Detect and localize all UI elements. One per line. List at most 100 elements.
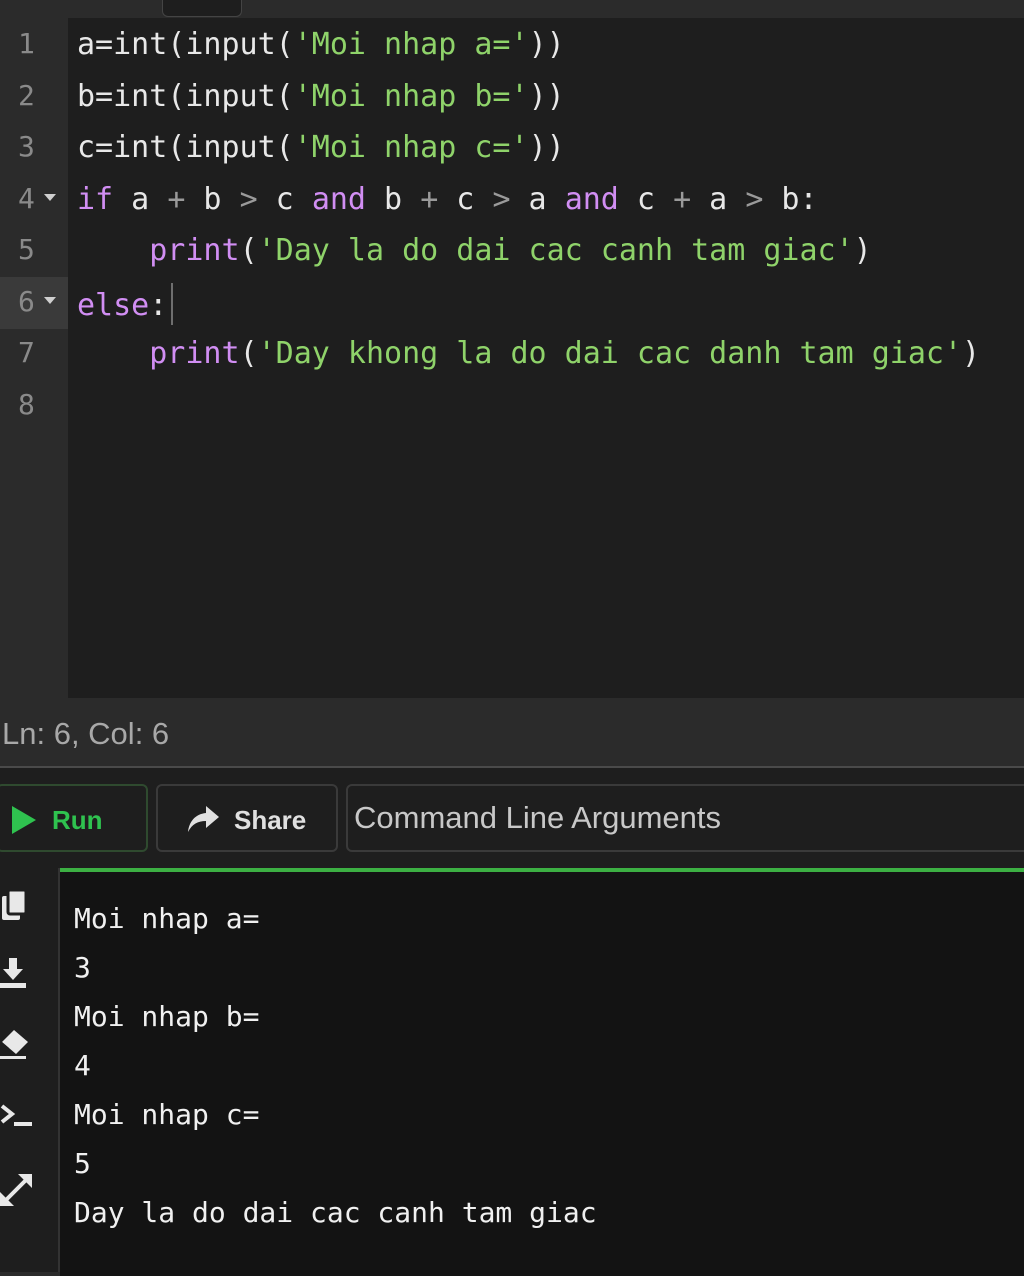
code-token: c xyxy=(618,181,674,217)
code-token: )) xyxy=(528,78,565,114)
code-token: b xyxy=(366,181,421,217)
output-line: 5 xyxy=(74,1147,91,1180)
code-token: + xyxy=(167,181,186,217)
code-token: > xyxy=(492,181,511,217)
line-number: 4 xyxy=(0,174,68,226)
output-line: Moi nhap b= xyxy=(74,1000,260,1033)
line-number-text: 6 xyxy=(18,284,35,318)
line-number-text: 5 xyxy=(18,233,35,266)
line-number-text: 2 xyxy=(18,78,35,112)
code-token: a xyxy=(691,181,746,217)
toolbar: Run Share xyxy=(0,768,1024,868)
code-token: 'Day la do dai cac canh tam giac' xyxy=(257,233,854,268)
output-line: 3 xyxy=(74,951,91,984)
code-line: 2 b=int(input('Moi nhap b=')) xyxy=(0,71,1024,123)
code-text: c=int(input('Moi nhap c=')) xyxy=(77,128,565,168)
output-sidebar xyxy=(0,868,60,1272)
code-line: 3 c=int(input('Moi nhap c=')) xyxy=(0,122,1024,174)
code-text: print('Day khong la do dai cac danh tam … xyxy=(77,334,980,374)
editor-tab[interactable] xyxy=(162,0,242,17)
command-line-arguments-input[interactable] xyxy=(346,784,1024,852)
eraser-icon[interactable] xyxy=(0,1026,36,1062)
output-line: Moi nhap a= xyxy=(74,902,260,935)
play-icon xyxy=(12,806,36,834)
code-token: + xyxy=(420,181,439,217)
code-line: 8 xyxy=(0,380,1024,432)
terminal-icon[interactable] xyxy=(0,1098,36,1134)
code-token: ) xyxy=(853,233,872,268)
line-number-text: 8 xyxy=(18,387,35,421)
code-line: 7 print('Day khong la do dai cac danh ta… xyxy=(0,328,1024,380)
line-number: 6 xyxy=(0,276,68,329)
code-text: a=int(input('Moi nhap a=')) xyxy=(77,25,565,65)
code-token: b: xyxy=(763,181,818,217)
code-text: print('Day la do dai cac canh tam giac') xyxy=(77,231,872,271)
line-number-text: 7 xyxy=(18,336,35,369)
code-token: )) xyxy=(528,130,565,165)
cursor-position: Ln: 6, Col: 6 xyxy=(2,716,170,751)
share-icon xyxy=(188,806,219,832)
code-line: 6 else: xyxy=(0,276,1024,329)
run-button-label: Run xyxy=(52,805,103,835)
copy-icon[interactable] xyxy=(0,888,36,924)
line-number: 5 xyxy=(0,225,68,277)
line-number-text: 3 xyxy=(18,130,35,163)
output-console[interactable]: Moi nhap a= 3 Moi nhap b= 4 Moi nhap c= 5 Day … xyxy=(60,868,1024,1276)
code-token: a xyxy=(510,181,565,217)
code-line: 1 a=int(input('Moi nhap a=')) xyxy=(0,19,1024,71)
code-token: c xyxy=(257,181,312,217)
code-token: else xyxy=(77,287,150,323)
code-token: print xyxy=(149,336,240,371)
code-token: 'Moi nhap a=' xyxy=(293,27,529,62)
fold-arrow-icon[interactable] xyxy=(44,296,56,304)
line-number-text: 4 xyxy=(18,181,35,215)
share-button[interactable]: Share xyxy=(156,784,338,852)
code-token: ( xyxy=(239,233,258,268)
code-token: c xyxy=(438,181,493,217)
code-token: if xyxy=(77,181,114,217)
status-bar: Ln: 6, Col: 6 xyxy=(0,698,1024,768)
line-number: 7 xyxy=(0,328,68,380)
code-token: 'Moi nhap c=' xyxy=(293,130,529,165)
code-line: 4 if a + b > c and b + c > a and c + a > … xyxy=(0,174,1024,226)
line-number: 8 xyxy=(0,380,68,432)
line-number: 2 xyxy=(0,71,68,123)
code-token: > xyxy=(239,181,258,217)
code-token: 'Day khong la do dai cac danh tam giac' xyxy=(257,336,963,371)
code-token: and xyxy=(564,181,619,217)
download-icon[interactable] xyxy=(0,956,36,992)
tab-strip xyxy=(0,0,1024,19)
code-text: if a + b > c and b + c > a and c + a > b… xyxy=(77,180,818,220)
code-text: b=int(input('Moi nhap b=')) xyxy=(77,77,565,117)
code-line: 5 print('Day la do dai cac canh tam giac… xyxy=(0,225,1024,277)
code-token: 'Moi nhap b=' xyxy=(293,78,529,114)
code-editor[interactable]: 1 a=int(input('Moi nhap a=')) 2 b=int(input… xyxy=(0,18,1024,698)
line-number-text: 1 xyxy=(18,27,35,60)
run-button[interactable]: Run xyxy=(0,784,148,852)
code-text: else: xyxy=(77,282,174,326)
code-token: b xyxy=(185,181,240,217)
code-token: a xyxy=(113,181,168,217)
output-panel: Moi nhap a= 3 Moi nhap b= 4 Moi nhap c= 5 Day … xyxy=(0,868,1024,1276)
output-line: Day la do dai cac canh tam giac xyxy=(74,1196,597,1229)
code-token: a=int(input( xyxy=(77,27,294,62)
share-button-label: Share xyxy=(234,805,307,835)
output-line: 4 xyxy=(74,1049,91,1082)
code-token: > xyxy=(745,181,764,217)
code-token: and xyxy=(311,181,366,217)
text-cursor xyxy=(171,282,174,325)
line-number: 1 xyxy=(0,19,68,71)
line-number: 3 xyxy=(0,122,68,174)
code-token: + xyxy=(673,181,692,217)
code-token: ) xyxy=(962,336,981,371)
code-token: ( xyxy=(239,336,258,371)
code-token: c=int(input( xyxy=(77,130,294,165)
code-token: )) xyxy=(528,27,565,62)
expand-icon[interactable] xyxy=(0,1170,36,1206)
code-token: print xyxy=(149,233,240,268)
fold-arrow-icon[interactable] xyxy=(44,193,56,201)
code-token: b=int(input( xyxy=(77,78,294,114)
code-token: : xyxy=(149,287,168,323)
